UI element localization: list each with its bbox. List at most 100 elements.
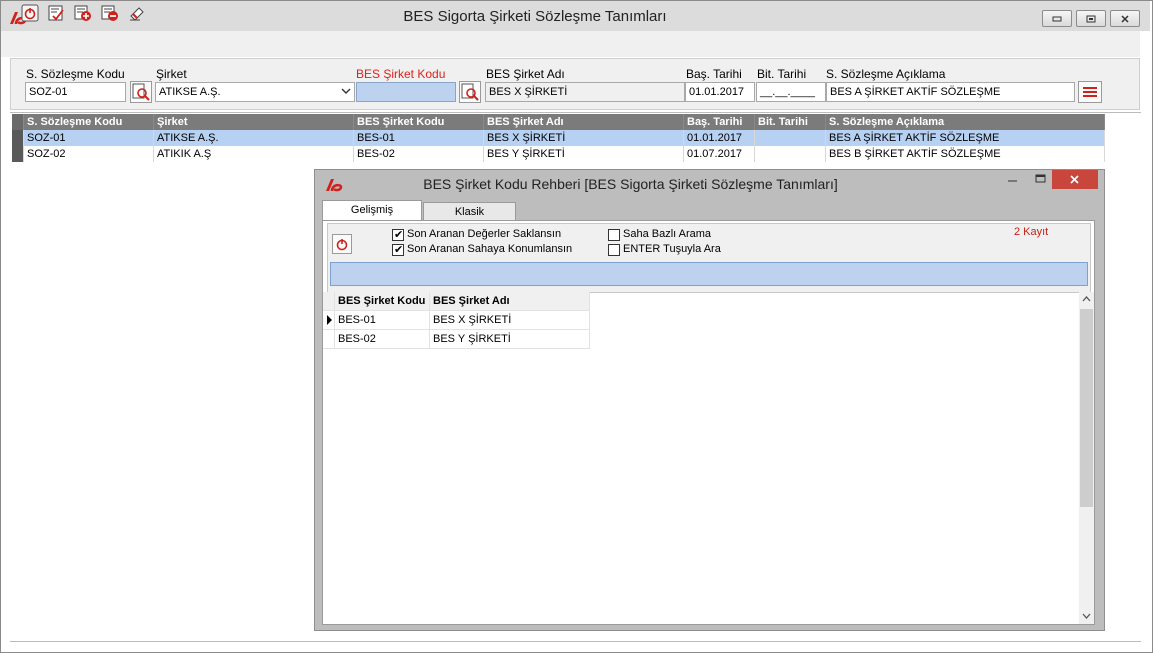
- tab-gelismis[interactable]: Gelişmiş: [322, 200, 422, 220]
- position-last-field-checkbox[interactable]: ✔: [392, 244, 404, 256]
- keep-last-values-checkbox[interactable]: ✔: [392, 229, 404, 241]
- start-date-label: Baş. Tarihi: [686, 67, 742, 81]
- bes-company-code-label: BES Şirket Kodu: [356, 67, 446, 81]
- minimize-icon: [1008, 180, 1017, 182]
- table-cell: 01.01.2017: [684, 130, 755, 146]
- row-indicator: [12, 146, 24, 162]
- table-cell: [755, 130, 826, 146]
- checkmark-icon: ✔: [394, 243, 404, 256]
- current-row-arrow-icon: [327, 315, 332, 325]
- checkmark-icon: ✔: [394, 228, 404, 241]
- table-cell: BES-01: [354, 130, 484, 146]
- enter-search-checkbox[interactable]: [608, 244, 620, 256]
- column-header[interactable]: S. Sözleşme Açıklama: [826, 114, 1105, 130]
- field-based-search-label: Saha Bazlı Arama: [623, 228, 712, 240]
- column-header[interactable]: BES Şirket Adı: [484, 114, 684, 130]
- description-label: S. Sözleşme Açıklama: [826, 67, 946, 81]
- row-indicator-header: [323, 292, 335, 311]
- remove-record-icon[interactable]: [101, 4, 119, 22]
- record-count: 2 Kayıt: [1014, 226, 1049, 238]
- close-button[interactable]: [1110, 10, 1140, 27]
- table-row[interactable]: SOZ-01 ATIKSE A.Ş. BES-01 BES X ŞİRKETİ …: [12, 130, 1105, 146]
- search-options-panel: ✔ Son Aranan Değerler Saklansın ✔ Son Ar…: [327, 223, 1091, 293]
- power-icon: [336, 239, 348, 251]
- dialog-title: BES Şirket Kodu Rehberi [BES Sigorta Şir…: [423, 176, 838, 192]
- scroll-down-icon[interactable]: [1081, 612, 1092, 620]
- table-cell: SOZ-01: [24, 130, 154, 146]
- eraser-icon[interactable]: [128, 4, 146, 22]
- lookup-icon: [461, 83, 479, 101]
- close-icon: [1111, 11, 1139, 26]
- table-cell: 01.07.2017: [684, 146, 755, 162]
- toolbar: [1, 31, 1140, 57]
- checklist-icon[interactable]: [47, 4, 65, 22]
- column-header[interactable]: BES Şirket Kodu: [354, 114, 484, 130]
- dialog-grid: BES Şirket Kodu BES Şirket Adı BES-01 BE…: [323, 292, 1094, 624]
- table-cell[interactable]: BES Y ŞİRKETİ: [430, 330, 590, 349]
- table-cell[interactable]: BES X ŞİRKETİ: [430, 311, 590, 330]
- restore-button[interactable]: [1076, 10, 1106, 27]
- row-indicator: [323, 311, 335, 330]
- tab-klasik[interactable]: Klasik: [423, 202, 516, 221]
- table-cell: BES X ŞİRKETİ: [484, 130, 684, 146]
- bes-company-name-label: BES Şirket Adı: [486, 67, 565, 81]
- menu-button[interactable]: [1078, 81, 1102, 103]
- maximize-icon: [1035, 174, 1046, 183]
- lookup-icon: [132, 83, 150, 101]
- end-date-label: Bit. Tarihi: [757, 67, 807, 81]
- power-icon[interactable]: [21, 4, 39, 22]
- dialog-maximize-button[interactable]: [1033, 172, 1049, 188]
- company-select[interactable]: ATIKSE A.Ş.: [155, 82, 355, 102]
- table-cell: BES B ŞİRKET AKTİF SÖZLEŞME: [826, 146, 1105, 162]
- contract-lookup-button[interactable]: [130, 81, 152, 103]
- hamburger-menu-icon: [1083, 87, 1097, 97]
- add-record-icon[interactable]: [74, 4, 92, 22]
- grid-separator: [10, 112, 1141, 113]
- keep-last-values-label: Son Aranan Değerler Saklansın: [407, 228, 562, 240]
- table-cell: BES A ŞİRKET AKTİF SÖZLEŞME: [826, 130, 1105, 146]
- column-header[interactable]: BES Şirket Adı: [430, 292, 590, 311]
- window-title: BES Sigorta Şirketi Sözleşme Tanımları: [403, 8, 667, 25]
- table-row[interactable]: SOZ-02 ATIKIK A.Ş BES-02 BES Y ŞİRKETİ 0…: [12, 146, 1105, 162]
- dialog-close-button[interactable]: [1052, 170, 1098, 189]
- company-select-value: ATIKSE A.Ş.: [159, 86, 221, 98]
- start-date-input[interactable]: 01.01.2017: [685, 82, 755, 102]
- field-based-search-checkbox[interactable]: [608, 229, 620, 241]
- scroll-up-icon[interactable]: [1081, 295, 1092, 303]
- minimize-icon: [1043, 11, 1071, 26]
- column-header[interactable]: Şirket: [154, 114, 354, 130]
- table-cell[interactable]: BES-01: [335, 311, 430, 330]
- table-cell: ATIKIK A.Ş: [154, 146, 354, 162]
- scrollbar-thumb[interactable]: [1080, 309, 1093, 507]
- minimize-button[interactable]: [1042, 10, 1072, 27]
- row-indicator: [323, 330, 335, 349]
- table-cell: SOZ-02: [24, 146, 154, 162]
- description-input[interactable]: BES A ŞİRKET AKTİF SÖZLEŞME: [826, 82, 1075, 102]
- table-cell: ATIKSE A.Ş.: [154, 130, 354, 146]
- power-button[interactable]: [332, 234, 352, 254]
- enter-search-label: ENTER Tuşuyla Ara: [623, 243, 721, 255]
- bes-code-lookup-button[interactable]: [459, 81, 481, 103]
- dialog-minimize-button[interactable]: [1005, 172, 1021, 188]
- column-header[interactable]: Bit. Tarihi: [755, 114, 826, 130]
- table-cell: BES-02: [354, 146, 484, 162]
- table-cell[interactable]: BES-02: [335, 330, 430, 349]
- bottom-border: [10, 641, 1141, 642]
- search-input[interactable]: [330, 262, 1088, 286]
- company-label: Şirket: [156, 67, 187, 81]
- position-last-field-label: Son Aranan Sahaya Konumlansın: [407, 243, 573, 255]
- table-cell: BES Y ŞİRKETİ: [484, 146, 684, 162]
- bes-company-code-input[interactable]: [356, 82, 456, 102]
- end-date-input[interactable]: __.__.____: [756, 82, 826, 102]
- vertical-scrollbar[interactable]: [1079, 292, 1094, 624]
- column-header[interactable]: S. Sözleşme Kodu: [24, 114, 154, 130]
- restore-icon: [1077, 11, 1105, 26]
- column-header[interactable]: BES Şirket Kodu: [335, 292, 430, 311]
- column-header[interactable]: Baş. Tarihi: [684, 114, 755, 130]
- table-cell: [755, 146, 826, 162]
- lookup-dialog: BES Şirket Kodu Rehberi [BES Sigorta Şir…: [314, 169, 1105, 631]
- contract-code-input[interactable]: SOZ-01: [25, 82, 126, 102]
- grid-header: S. Sözleşme Kodu Şirket BES Şirket Kodu …: [12, 114, 1105, 130]
- tab-panel: ✔ Son Aranan Değerler Saklansın ✔ Son Ar…: [322, 220, 1095, 625]
- contract-code-label: S. Sözleşme Kodu: [26, 67, 125, 81]
